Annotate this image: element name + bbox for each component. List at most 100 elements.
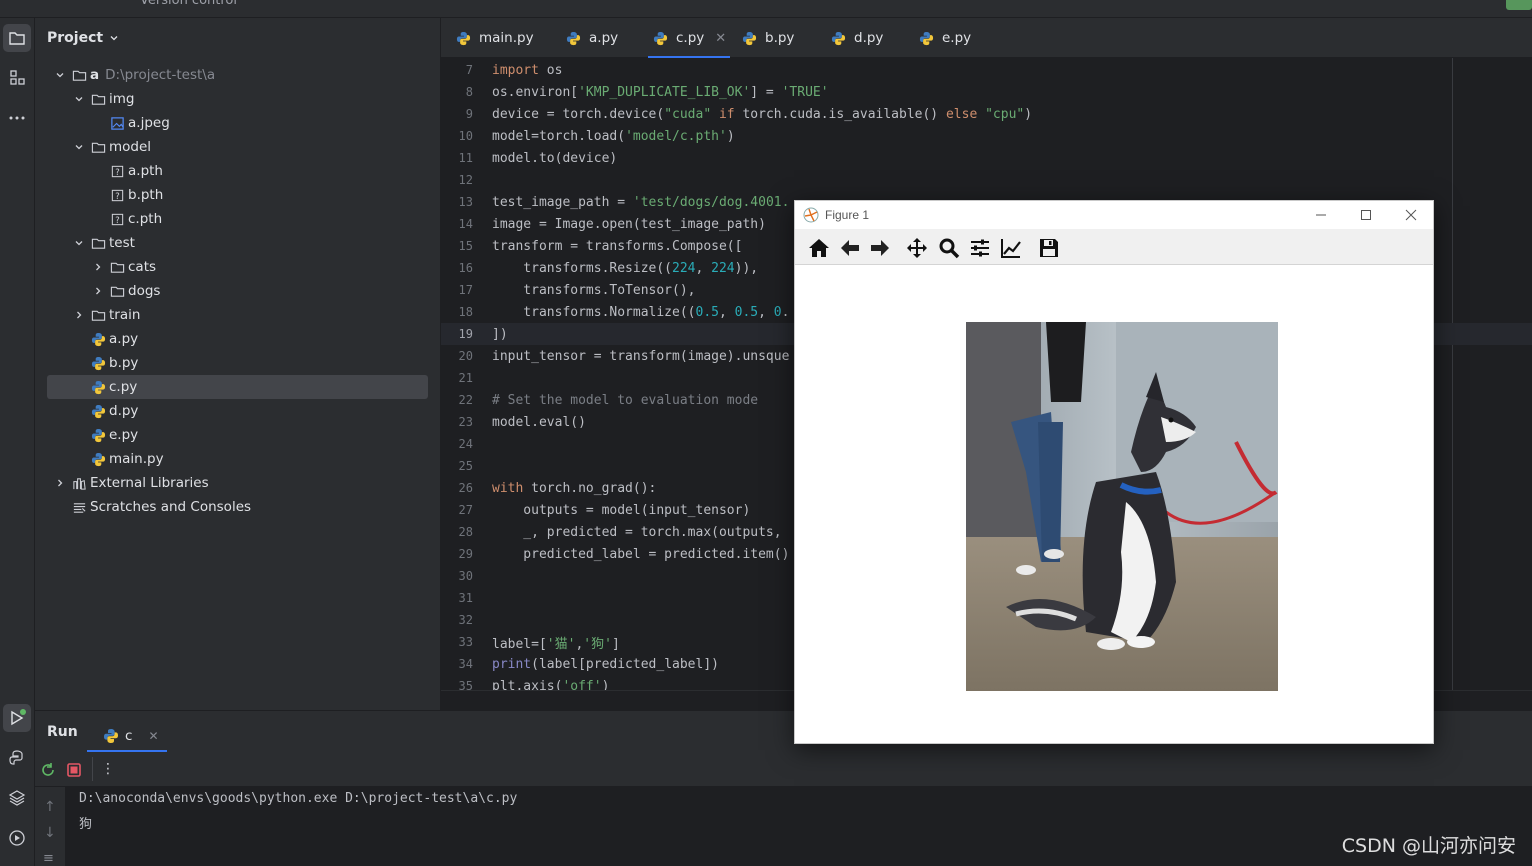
- figure-title: Figure 1: [825, 208, 870, 222]
- zoom-button[interactable]: [936, 235, 962, 261]
- tree-item-c-pth[interactable]: ? c.pth: [47, 207, 428, 231]
- maximize-button[interactable]: [1343, 201, 1388, 229]
- structure-tool-button[interactable]: [3, 64, 31, 92]
- tree-item-external-libraries[interactable]: External Libraries: [47, 471, 428, 495]
- tab-e-py[interactable]: e.py: [918, 18, 971, 58]
- folder-icon: [90, 91, 106, 107]
- tree-item-a-py[interactable]: a.py: [47, 327, 428, 351]
- tree-item-test[interactable]: test: [47, 231, 428, 255]
- soft-wrap-icon[interactable]: ≡: [43, 851, 54, 866]
- code-text: label=['猫','狗']: [492, 636, 620, 652]
- tab-main-py[interactable]: main.py: [455, 18, 534, 58]
- tree-item-a-jpeg[interactable]: a.jpeg: [47, 111, 428, 135]
- chevron-right-icon[interactable]: [91, 260, 105, 274]
- tree-item-img[interactable]: img: [47, 87, 428, 111]
- more-tools-button[interactable]: [3, 104, 31, 132]
- arrow-up-icon[interactable]: ↑: [44, 799, 56, 815]
- close-icon[interactable]: ✕: [148, 729, 158, 743]
- tree-item-label: test: [109, 235, 135, 251]
- line-number: 34: [458, 657, 473, 671]
- project-header[interactable]: Project: [47, 30, 119, 46]
- more-options-icon[interactable]: ⋮: [101, 761, 115, 777]
- tab-b-py[interactable]: b.py: [741, 18, 794, 58]
- tree-item-e-py[interactable]: e.py: [47, 423, 428, 447]
- forward-button[interactable]: [867, 235, 893, 261]
- tree-item-a-pth[interactable]: ? a.pth: [47, 159, 428, 183]
- run-status-badge[interactable]: [1506, 0, 1532, 10]
- line-number: 26: [458, 481, 473, 495]
- chevron-right-icon[interactable]: [53, 476, 67, 490]
- run-config-tab[interactable]: c ✕: [87, 721, 166, 752]
- code-line[interactable]: 11 model.to(device): [441, 147, 1532, 169]
- run-tool-button[interactable]: [3, 704, 31, 732]
- chevron-down-icon: [110, 36, 118, 41]
- chevron-down-icon[interactable]: [53, 68, 67, 82]
- tree-item-label: dogs: [128, 283, 161, 299]
- home-button[interactable]: [806, 235, 832, 261]
- chevron-right-icon[interactable]: [72, 308, 86, 322]
- tab-c-py[interactable]: c.py ✕: [647, 18, 731, 58]
- project-header-label: Project: [47, 30, 104, 46]
- folder-icon: [90, 139, 106, 155]
- husky-image: [966, 322, 1278, 691]
- line-number: 35: [458, 679, 473, 690]
- code-line[interactable]: 8 os.environ['KMP_DUPLICATE_LIB_OK'] = 'T…: [441, 81, 1532, 103]
- chevron-right-icon[interactable]: [91, 284, 105, 298]
- tree-item-c-py[interactable]: c.py: [47, 375, 428, 399]
- line-number: 12: [458, 173, 473, 187]
- configure-subplots-button[interactable]: [967, 235, 993, 261]
- tab-d-py[interactable]: d.py: [830, 18, 883, 58]
- python-file-icon: [565, 30, 581, 46]
- tree-item-label: e.py: [109, 427, 139, 443]
- chevron-down-icon[interactable]: [72, 92, 86, 106]
- code-text: import os: [492, 62, 563, 78]
- close-button[interactable]: [1388, 201, 1433, 229]
- code-line[interactable]: 12: [441, 169, 1532, 191]
- tree-item-a[interactable]: a D:\project-test\a: [47, 63, 428, 87]
- tree-item-d-py[interactable]: d.py: [47, 399, 428, 423]
- figure-canvas[interactable]: [795, 265, 1433, 743]
- minimize-button[interactable]: [1298, 201, 1343, 229]
- chevron-down-icon[interactable]: [72, 236, 86, 250]
- tree-item-dogs[interactable]: dogs: [47, 279, 428, 303]
- tree-item-main-py[interactable]: main.py: [47, 447, 428, 471]
- version-control-label[interactable]: Version control: [140, 0, 237, 8]
- python-console-icon: [9, 750, 23, 765]
- figure-title-bar[interactable]: Figure 1: [795, 201, 1433, 229]
- project-tool-button[interactable]: [3, 24, 31, 52]
- services-button[interactable]: [3, 824, 31, 852]
- back-button[interactable]: [837, 235, 863, 261]
- save-button[interactable]: [1036, 235, 1062, 261]
- code-line[interactable]: 9 device = torch.device("cuda" if torch.c…: [441, 103, 1532, 125]
- more-icon: [9, 116, 25, 120]
- tree-item-train[interactable]: train: [47, 303, 428, 327]
- python-file-icon: [455, 30, 471, 46]
- tree-item-model[interactable]: model: [47, 135, 428, 159]
- code-line[interactable]: 10 model=torch.load('model/c.pth'): [441, 125, 1532, 147]
- rerun-button[interactable]: [40, 762, 56, 782]
- python-file-icon: [90, 355, 106, 371]
- code-text: model=torch.load('model/c.pth'): [492, 128, 735, 144]
- python-packages-button[interactable]: [3, 784, 31, 812]
- code-line[interactable]: 7 import os: [441, 59, 1532, 81]
- code-text: input_tensor = transform(image).unsque: [492, 348, 790, 364]
- python-file-icon: [918, 30, 934, 46]
- line-number: 20: [458, 349, 473, 363]
- console-output[interactable]: D:\anoconda\envs\goods\python.exe D:\pro…: [65, 787, 1532, 866]
- code-text: os.environ['KMP_DUPLICATE_LIB_OK'] = 'TR…: [492, 84, 829, 100]
- arrow-down-icon[interactable]: ↓: [44, 825, 56, 841]
- stop-button[interactable]: [66, 762, 82, 782]
- tab-a-py[interactable]: a.py: [565, 18, 618, 58]
- line-number: 31: [458, 591, 473, 605]
- close-icon[interactable]: ✕: [715, 31, 726, 46]
- pan-button[interactable]: [904, 235, 930, 261]
- chevron-down-icon[interactable]: [72, 140, 86, 154]
- tree-item-scratches-and-consoles[interactable]: Scratches and Consoles: [47, 495, 428, 519]
- tree-item-cats[interactable]: cats: [47, 255, 428, 279]
- edit-axis-button[interactable]: [998, 235, 1024, 261]
- tree-item-b-py[interactable]: b.py: [47, 351, 428, 375]
- tree-item-b-pth[interactable]: ? b.pth: [47, 183, 428, 207]
- python-console-button[interactable]: [3, 744, 31, 772]
